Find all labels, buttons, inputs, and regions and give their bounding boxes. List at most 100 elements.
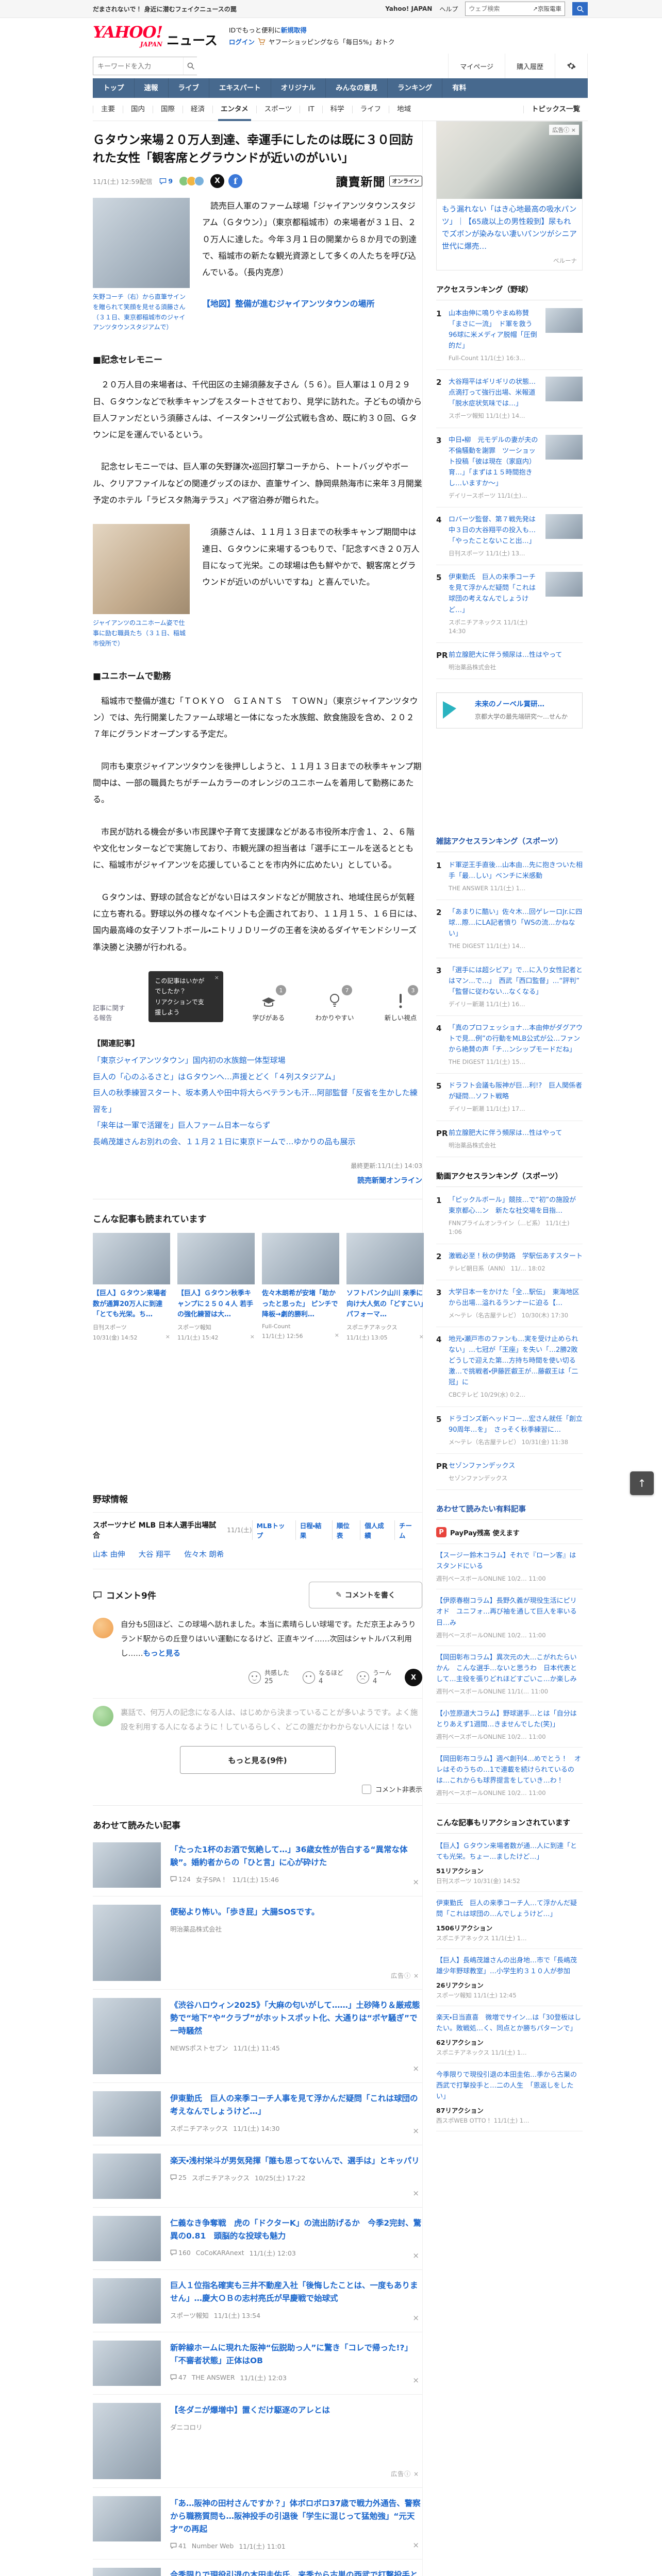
article-photo-2[interactable] [93, 524, 190, 615]
article-thumbnail[interactable] [545, 308, 583, 333]
publisher-logo[interactable]: 讀賣新聞 オンライン [336, 172, 422, 190]
ranking-link[interactable]: 地元・瀬戸市のファンも…実を受け止められない」…七冠が「王座」を失い「…2勝2敗… [449, 1334, 583, 1388]
show-more-link[interactable]: もっと見る [143, 1650, 181, 1658]
ranking-magazine-heading[interactable]: 雑誌アクセスランキング（スポーツ） [436, 836, 583, 852]
reacted-article-link[interactable]: 伊東勤氏 巨人の来季コーチ人…て浮かんだ疑問「これは球団の…んでしょうけど…」 [436, 1898, 583, 1920]
ranking-link[interactable]: 「ピックルボール」競技…で“初”の施設が東京都心…ン 新たな社交場を目指… [449, 1195, 583, 1216]
paid-article-link[interactable]: 【伊原春樹コラム】長野久義が現役生活にピリオド ユニフォ…再び袖を通して巨人を率… [436, 1596, 583, 1628]
main-nav-tab[interactable]: トップ [93, 78, 134, 98]
category-tab[interactable]: 地域 [389, 105, 419, 113]
category-tab[interactable]: ライフ [352, 105, 389, 113]
article-thumbnail[interactable] [93, 1842, 161, 1888]
related-article-link[interactable]: 「来年は一軍で活躍を」巨人ファーム日本一ならず [93, 1117, 422, 1134]
ranking-link[interactable]: 「真のプロフェッショナ…本由伸がダグアウトで見…例”の行動をMLB公式が公…ファ… [449, 1023, 583, 1055]
category-tab[interactable]: 主要 [93, 105, 123, 113]
more-comments-button[interactable]: もっと見る(9件) [179, 1746, 336, 1774]
ranking-link[interactable]: ドラフト会議も阪神が巨…利!? 巨人関係者が疑問…ソフト戦略 [449, 1080, 583, 1102]
mlb-nav-link[interactable]: 日程・結果 [295, 1520, 332, 1540]
comment-count[interactable]: 47 [170, 2374, 187, 2381]
article-thumbnail[interactable] [545, 572, 583, 597]
comment-count[interactable]: 41 [170, 2542, 187, 2550]
related-article-link[interactable]: 巨人の「心のふるさと」はＧタウンへ…声援とどく「４列スタジアム」 [93, 1069, 422, 1086]
article-title-link[interactable]: 【冬ダニが爆増中】置くだけ駆逐のアレとは [170, 2404, 422, 2417]
source-site-link[interactable]: 読売新聞オンライン [93, 1175, 422, 1185]
mlb-nav-link[interactable]: チーム [394, 1520, 422, 1540]
article-thumbnail[interactable] [93, 2403, 161, 2480]
signup-link[interactable]: 新規取得 [281, 26, 307, 34]
article-title-link[interactable]: 巨人１位指名確実も三井不動産入社「後悔したことは、一度もありません」…慶大ＯＢの… [170, 2279, 422, 2305]
article-title-link[interactable]: 「あ…阪神の田村さんですか？」体ボロボロ37歳で戦力外通告、警察から職務質問も…… [170, 2497, 422, 2535]
mlb-nav-link[interactable]: MLBトップ [252, 1520, 295, 1540]
close-icon[interactable]: × [419, 1333, 424, 1342]
close-icon[interactable]: × [412, 2313, 419, 2323]
close-icon[interactable]: × [412, 2251, 419, 2260]
avatar[interactable] [93, 1617, 113, 1638]
category-tab[interactable]: スポーツ [256, 105, 300, 113]
article-title-link[interactable]: 伊東勤氏 巨人の来季コーチ人事を見て浮かんだ疑問「これは球団の考えなんでしょうけ… [170, 2092, 422, 2118]
ranking-link[interactable]: 山本由伸に鳴りやまぬ称賛「まさに一流」 ド軍を救う96球に米メディア脱帽「圧倒的… [449, 308, 540, 351]
reacted-article-link[interactable]: 【巨人】Ｇタウン来場者数が通…人に到達「とても光栄。ちょー…ましたけど…」 [436, 1841, 583, 1862]
ad-label[interactable]: 広告ⓘ × [549, 125, 579, 135]
article-thumbnail[interactable] [545, 514, 583, 539]
player-link[interactable]: 佐々木 朗希 [184, 1551, 224, 1559]
close-icon[interactable]: × [412, 2540, 419, 2550]
read-also-card[interactable]: ソフトバンク山川 来季に向け大人気の「どすこい」パフォーマ… スポニチアネックス… [346, 1233, 424, 1341]
close-icon[interactable]: × [571, 127, 576, 133]
close-icon[interactable]: × [335, 1332, 339, 1340]
article-thumbnail[interactable] [93, 2216, 161, 2262]
close-icon[interactable]: × [166, 1333, 170, 1342]
report-article-link[interactable]: 記事に関する報告 [93, 1003, 128, 1022]
close-icon[interactable]: × [413, 2470, 419, 2478]
help-link[interactable]: ヘルプ [439, 5, 458, 13]
ranking-link[interactable]: ドラゴンズ新ヘッドコー…宏さん就任「創立90周年…を」 さっそく秋季練習に… [449, 1414, 583, 1435]
share-facebook-button[interactable]: f [228, 174, 243, 188]
reacted-article-link[interactable]: 【巨人】長嶋茂雄さんの出身地…市で「長嶋茂雄少年野球教室」…小学生約３１０人が参… [436, 1955, 583, 1977]
article-thumbnail[interactable] [93, 2091, 161, 2137]
category-tab[interactable]: エンタメ [212, 105, 256, 121]
keyword-search-input[interactable] [93, 57, 183, 75]
sportsnavi-link[interactable]: スポーツナビ MLB 日本人選手出場試合 [93, 1520, 223, 1540]
main-nav-tab[interactable]: ライブ [168, 78, 209, 98]
settings-button[interactable] [555, 54, 588, 78]
ad-label[interactable]: 広告ⓘ × [391, 1971, 419, 1980]
player-link[interactable]: 大谷 翔平 [139, 1551, 171, 1559]
close-icon[interactable]: × [412, 2376, 419, 2385]
article-title-link[interactable]: 仁義なき争奪戦 虎の「ドクターK」の流出防げるか 今季2完封、驚異の0.81 頭… [170, 2217, 422, 2243]
article-thumbnail[interactable] [93, 2278, 161, 2324]
comment-count[interactable]: 124 [170, 1875, 191, 1883]
article-title-link[interactable]: 「たった1杯のお酒で気絶して…」36歳女性が告白する“異常な体験”。婚約者からの… [170, 1843, 422, 1869]
related-article-link[interactable]: 長嶋茂雄さんお別れの会、１１月２１日に東京ドームで…ゆかりの品も展示 [93, 1134, 422, 1150]
back-to-top-button[interactable]: ↑ [630, 1471, 654, 1495]
mypage-link[interactable]: マイページ [448, 54, 505, 78]
article-title-link[interactable]: 便秘より怖い。「歩き屁」大腸SOSです。 [170, 1906, 422, 1919]
article-thumbnail[interactable] [93, 2154, 161, 2199]
promo-box[interactable]: 未来のノーベル賞研… 京都大学の最先端研究〜…せんか [436, 692, 583, 728]
player-link[interactable]: 山本 由伸 [93, 1551, 125, 1559]
paid-article-link[interactable]: 【岡田彰布コラム】異次元の大…こがれたらいかん こんな選手…ないと思うわ 日本代… [436, 1652, 583, 1685]
trending-keyword[interactable]: ↗京阪電車 [533, 5, 565, 13]
article-thumbnail[interactable] [93, 2341, 161, 2386]
topstrip-promo-link[interactable]: だまされないで！ 身近に潜むフェイクニュースの罠 [93, 5, 237, 13]
article-thumbnail[interactable] [545, 434, 583, 460]
article-photo-2-caption[interactable]: ジャイアンツのユニホーム姿で仕事に励む職員たち（３１日、稲城市役所で） [93, 618, 190, 649]
yahoo-japan-link[interactable]: Yahoo! JAPAN [385, 5, 432, 12]
paid-article-link[interactable]: 【スージー鈴木コラム】それで『ローン客』はスタンドにいる [436, 1550, 583, 1572]
keyword-search-button[interactable] [183, 57, 198, 75]
category-tab[interactable]: 国内 [123, 105, 153, 113]
search-button[interactable] [572, 2, 588, 15]
ranking-link[interactable]: 「選手には超シビア」で…に入り女性記者とはマン…で…」 西武「西口監督」…“評判… [449, 965, 586, 997]
ranking-link[interactable]: 前立腺肥大に伴う頻尿は…性はやって [449, 1128, 583, 1139]
yahoo-news-logo[interactable]: YAHOO! JAPAN ニュース [93, 25, 218, 48]
paid-articles-heading[interactable]: あわせて読みたい有料記事 [436, 1503, 583, 1520]
share-x-button[interactable]: X [405, 1669, 422, 1687]
article-thumbnail[interactable] [545, 377, 583, 402]
read-also-card[interactable]: 【巨人】Ｇタウン来場者数が通算20万人に到達「とても光栄。ち… 日刊スポーツ 1… [93, 1233, 170, 1341]
reacted-article-link[interactable]: 楽天・日当直喜 微増でサイン…は「30登板はしたい。敗戦処…く、同点とか勝ちパタ… [436, 2012, 583, 2034]
avatar[interactable] [93, 1705, 113, 1726]
ranking-link[interactable]: ロバーツ監督、第７戦先発は中３日の大谷翔平の投入も…「やったことないこと出…」 [449, 514, 540, 547]
category-tab[interactable]: 科学 [322, 105, 352, 113]
reaction-learned-button[interactable]: 1 学びがある [247, 985, 290, 1022]
reaction-clear-button[interactable]: 7 わかりやすい [313, 985, 356, 1022]
paid-article-link[interactable]: 【小笠原道大コラム】野球選手…とは「自分はとりあえず1週間…きませんでした(笑)… [436, 1708, 583, 1730]
hmm-button[interactable]: うーん 4 [356, 1669, 391, 1687]
